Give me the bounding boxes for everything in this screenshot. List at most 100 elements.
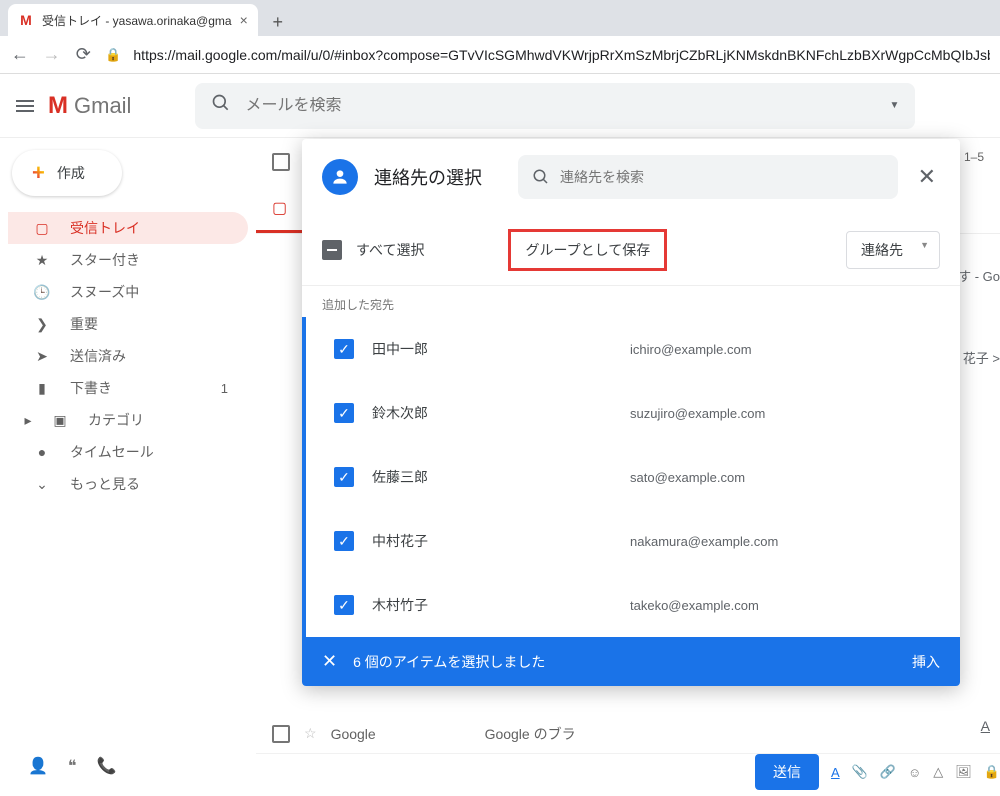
hangouts-icon[interactable]: ❝ [68, 756, 77, 776]
person-icon[interactable]: 👤 [28, 756, 48, 776]
insert-button[interactable]: 挿入 [912, 652, 940, 672]
emoji-icon[interactable]: ☺ [908, 765, 921, 780]
dialog-close-button[interactable]: ✕ [914, 160, 940, 194]
contacts-avatar-icon [322, 159, 358, 195]
draft-count: 1 [221, 381, 228, 396]
dialog-footer-close[interactable]: ✕ [322, 651, 337, 672]
new-tab-button[interactable]: + [264, 8, 292, 36]
contact-email: takeko@example.com [630, 598, 759, 613]
dialog-search-bar[interactable] [518, 155, 898, 199]
mail-snip2: 花子 > [963, 348, 1000, 367]
back-button[interactable]: ← [10, 44, 30, 65]
gmail-header: M Gmail ▼ [0, 74, 1000, 138]
plus-icon: + [32, 162, 45, 184]
contact-name: 中村花子 [372, 531, 612, 551]
sidebar-label: 重要 [70, 314, 98, 334]
format-underline[interactable]: A [981, 718, 990, 734]
sidebar-label: 受信トレイ [70, 218, 140, 238]
message-count: 1–5 [964, 150, 984, 164]
mail-snip1: す - Go [958, 266, 1000, 285]
search-bar[interactable]: ▼ [195, 83, 915, 129]
contact-row[interactable]: ✓ 佐藤三郎 sato@example.com [302, 445, 960, 509]
mail-subject: Google のブラ [485, 724, 984, 744]
sidebar-item-important[interactable]: ❯ 重要 [8, 308, 248, 340]
primary-tab-icon: ▢ [272, 198, 287, 218]
contact-name: 鈴木次郎 [372, 403, 612, 423]
search-dropdown-icon[interactable]: ▼ [890, 100, 900, 111]
sidebar-label: スヌーズ中 [70, 282, 139, 302]
sidebar-label: カテゴリ [88, 410, 144, 430]
select-all-checkbox-indeterminate[interactable] [322, 240, 342, 260]
sidebar-item-more[interactable]: ⌄ もっと見る [8, 468, 248, 500]
contact-email: nakamura@example.com [630, 534, 778, 549]
link-icon[interactable]: 🔗 [880, 764, 896, 780]
reload-button[interactable]: ⟳ [73, 44, 93, 65]
contact-source-dropdown[interactable]: 連絡先 [846, 231, 940, 269]
menu-icon[interactable] [16, 100, 34, 112]
url-text[interactable]: https://mail.google.com/mail/u/0/#inbox?… [133, 47, 990, 63]
tag-icon: ● [32, 444, 52, 460]
tab-close-icon[interactable]: × [240, 12, 248, 28]
sidebar-item-snoozed[interactable]: 🕒 スヌーズ中 [8, 276, 248, 308]
contact-checkbox[interactable]: ✓ [334, 339, 354, 359]
important-icon: ❯ [32, 316, 52, 333]
contact-list: ✓ 田中一郎 ichiro@example.com ✓ 鈴木次郎 suzujir… [302, 317, 960, 637]
contact-checkbox[interactable]: ✓ [334, 403, 354, 423]
sidebar-item-starred[interactable]: ★ スター付き [8, 244, 248, 276]
star-icon[interactable]: ☆ [304, 725, 317, 742]
send-button[interactable]: 送信 [755, 754, 819, 790]
sidebar-item-sent[interactable]: ➤ 送信済み [8, 340, 248, 372]
lock-icon: 🔒 [105, 47, 121, 63]
browser-tab[interactable]: M 受信トレイ - yasawa.orinaka@gma × [8, 4, 258, 36]
contact-email: ichiro@example.com [630, 342, 752, 357]
sidebar-item-inbox[interactable]: ▢ 受信トレイ [8, 212, 248, 244]
chevron-down-icon: ⌄ [32, 476, 52, 493]
select-all-checkbox[interactable] [272, 153, 290, 171]
mail-row[interactable]: ☆ Google Google のブラ [256, 714, 1000, 754]
image-icon[interactable]: 🖼 [955, 764, 972, 780]
gmail-m-icon: M [48, 92, 68, 120]
category-icon: ▣ [50, 412, 70, 429]
browser-tab-strip: M 受信トレイ - yasawa.orinaka@gma × + [0, 0, 1000, 36]
compose-button[interactable]: + 作成 [12, 150, 122, 196]
sidebar-item-categories[interactable]: ▸ ▣ カテゴリ [8, 404, 248, 436]
contact-checkbox[interactable]: ✓ [334, 531, 354, 551]
select-all-label[interactable]: すべて選択 [356, 240, 424, 260]
sidebar-label: タイムセール [70, 442, 154, 462]
search-input[interactable] [245, 97, 875, 115]
phone-icon[interactable]: 📞 [97, 756, 117, 776]
save-as-group-button[interactable]: グループとして保存 [508, 229, 667, 271]
contact-row[interactable]: ✓ 鈴木次郎 suzujiro@example.com [302, 381, 960, 445]
format-icon[interactable]: A [831, 765, 840, 780]
draft-icon: ▮ [32, 380, 52, 397]
contact-row[interactable]: ✓ 木村竹子 takeko@example.com [302, 573, 960, 637]
selected-count-message: 6 個のアイテムを選択しました [353, 652, 545, 672]
contact-checkbox[interactable]: ✓ [334, 595, 354, 615]
compose-toolbar: 送信 A 📎 🔗 ☺ △ 🖼 🔒 [755, 754, 1000, 790]
dialog-search-input[interactable] [560, 169, 884, 185]
contact-row[interactable]: ✓ 田中一郎 ichiro@example.com [302, 317, 960, 381]
tab-primary[interactable]: ▢ [256, 186, 303, 233]
contact-row[interactable]: ✓ 中村花子 nakamura@example.com [302, 509, 960, 573]
contact-email: suzujiro@example.com [630, 406, 765, 421]
sidebar-footer: 👤 ❝ 📞 [8, 748, 248, 784]
star-icon: ★ [32, 252, 52, 269]
attach-icon[interactable]: 📎 [852, 764, 868, 780]
contact-picker-dialog: 連絡先の選択 ✕ すべて選択 グループとして保存 連絡先 追加した宛先 ✓ 田中… [302, 139, 960, 686]
sidebar-item-timesale[interactable]: ● タイムセール [8, 436, 248, 468]
dialog-header: 連絡先の選択 ✕ [302, 139, 960, 215]
gmail-favicon: M [18, 12, 34, 28]
drive-icon[interactable]: △ [933, 764, 943, 780]
row-checkbox[interactable] [272, 725, 290, 743]
mail-sender: Google [331, 726, 471, 742]
sidebar-item-drafts[interactable]: ▮ 下書き 1 [8, 372, 248, 404]
contact-name: 佐藤三郎 [372, 467, 612, 487]
dialog-footer: ✕ 6 個のアイテムを選択しました 挿入 [302, 637, 960, 686]
contact-checkbox[interactable]: ✓ [334, 467, 354, 487]
search-icon [211, 93, 231, 118]
gmail-logo[interactable]: M Gmail [48, 92, 131, 120]
lock-icon[interactable]: 🔒 [984, 764, 1000, 780]
sidebar: + 作成 ▢ 受信トレイ ★ スター付き 🕒 スヌーズ中 ❯ 重要 ➤ 送信済み… [0, 138, 256, 796]
clock-icon: 🕒 [32, 284, 52, 301]
forward-button[interactable]: → [42, 44, 62, 65]
